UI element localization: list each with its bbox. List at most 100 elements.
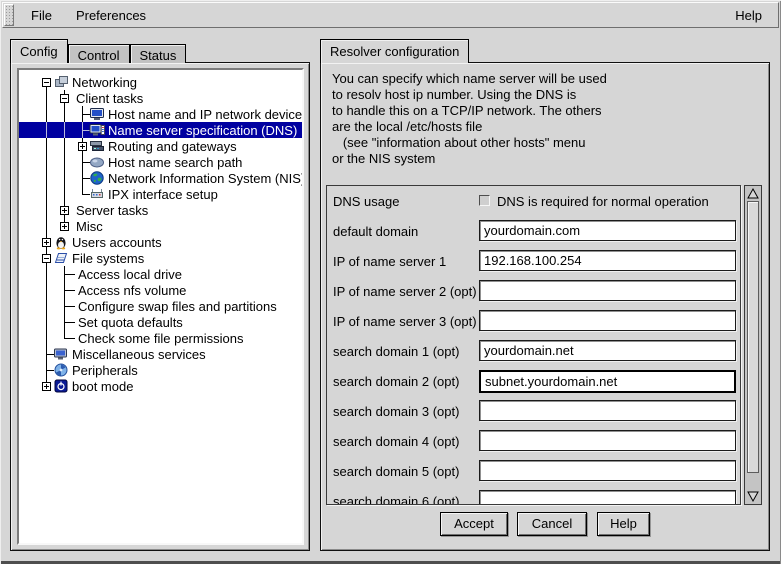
menu-grip-handle[interactable] [4, 4, 14, 26]
tree-item-networking[interactable]: Networking [19, 74, 302, 90]
search-domain-6-opt-label: search domain 6 (opt) [333, 494, 459, 505]
tree-item-miscellaneous-services[interactable]: Miscellaneous services [19, 346, 302, 362]
tree-item-set-quota-defaults[interactable]: Set quota defaults [19, 314, 302, 330]
tree-item-label: Client tasks [76, 91, 143, 106]
resolver-description-line: are the local /etc/hosts file [332, 119, 607, 135]
search-domain-5-opt-label: search domain 5 (opt) [333, 464, 459, 479]
networking-icon [53, 74, 69, 90]
tree-item-server-tasks[interactable]: Server tasks [19, 202, 302, 218]
menu-item-help[interactable]: Help [729, 6, 768, 25]
search-domain-3-opt-input[interactable] [479, 400, 736, 421]
expander-plus-icon[interactable] [60, 206, 69, 215]
tree-item-label: Routing and gateways [108, 139, 237, 154]
search-domain-6-opt-input[interactable] [479, 490, 736, 505]
form-row-search-domain-3-opt: search domain 3 (opt) [327, 400, 740, 424]
tab-control[interactable]: Control [68, 44, 130, 63]
default-domain-label: default domain [333, 224, 418, 239]
ip-of-name-server-1-input[interactable] [479, 250, 736, 271]
dns-required-checkbox[interactable] [479, 195, 490, 206]
resolver-description-line: You can specify which name server will b… [332, 71, 607, 87]
tree-item-peripherals[interactable]: Peripherals [19, 362, 302, 378]
tab-resolver-configuration[interactable]: Resolver configuration [320, 39, 469, 63]
ip-of-name-server-2-opt-input[interactable] [479, 280, 736, 301]
tree-item-ipx-interface-setup[interactable]: IPX interface setup [19, 186, 302, 202]
search-domain-2-opt-input[interactable] [479, 370, 736, 393]
ip-of-name-server-3-opt-label: IP of name server 3 (opt) [333, 314, 477, 329]
tree-item-label: Host name search path [108, 155, 242, 170]
tree-item-users-accounts[interactable]: Users accounts [19, 234, 302, 250]
globe-icon [89, 170, 105, 186]
filesystems-icon [53, 250, 69, 266]
expander-minus-icon[interactable] [42, 78, 51, 87]
search-domain-2-opt-label: search domain 2 (opt) [333, 374, 459, 389]
search-domain-3-opt-label: search domain 3 (opt) [333, 404, 459, 419]
peripherals-icon [53, 362, 69, 378]
tree-item-label: Check some file permissions [78, 331, 243, 346]
scrollbar-down-icon[interactable] [746, 490, 760, 503]
search-path-icon [89, 154, 105, 170]
form-row-dns-usage: DNS usageDNS is required for normal oper… [327, 190, 740, 214]
tree-view[interactable]: NetworkingClient tasksHost name and IP n… [17, 68, 304, 545]
tree-item-name-server-specification-dns[interactable]: Name server specification (DNS) [19, 122, 302, 138]
expander-minus-icon[interactable] [60, 94, 69, 103]
tree-item-label: Name server specification (DNS) [108, 123, 297, 138]
tree-item-label: Peripherals [72, 363, 138, 378]
tab-config[interactable]: Config [10, 39, 68, 63]
tree-item-label: Users accounts [72, 235, 162, 250]
expander-plus-icon[interactable] [42, 238, 51, 247]
tree-item-configure-swap-files-and-partitions[interactable]: Configure swap files and partitions [19, 298, 302, 314]
tree-item-access-local-drive[interactable]: Access local drive [19, 266, 302, 282]
dns-required-checkbox-label: DNS is required for normal operation [497, 194, 709, 209]
resolver-description-line: to resolv host ip number. Using the DNS … [332, 87, 607, 103]
tree-item-host-name-and-ip-network-devices[interactable]: Host name and IP network devices [19, 106, 302, 122]
tree-item-label: Set quota defaults [78, 315, 183, 330]
search-domain-4-opt-input[interactable] [479, 430, 736, 451]
accept-button[interactable]: Accept [440, 512, 508, 536]
tree-items: NetworkingClient tasksHost name and IP n… [19, 70, 302, 394]
tree-item-label: Networking [72, 75, 137, 90]
ip-of-name-server-3-opt-input[interactable] [479, 310, 736, 331]
tree-item-network-information-system-nis[interactable]: Network Information System (NIS) [19, 170, 302, 186]
form-row-ip-of-name-server-1: IP of name server 1 [327, 250, 740, 274]
tree-item-misc[interactable]: Misc [19, 218, 302, 234]
tree-item-file-systems[interactable]: File systems [19, 250, 302, 266]
default-domain-input[interactable] [479, 220, 736, 241]
scrollbar-thumb[interactable] [747, 201, 759, 473]
tree-item-host-name-search-path[interactable]: Host name search path [19, 154, 302, 170]
tree-item-label: Access nfs volume [78, 283, 186, 298]
tree-item-label: Miscellaneous services [72, 347, 206, 362]
search-domain-1-opt-label: search domain 1 (opt) [333, 344, 459, 359]
search-domain-5-opt-input[interactable] [479, 460, 736, 481]
form-scrollbar[interactable] [744, 185, 762, 505]
scrollbar-up-icon[interactable] [746, 187, 760, 200]
left-tab-bar: ConfigControlStatus [10, 40, 186, 63]
tree-item-label: Server tasks [76, 203, 148, 218]
ip-of-name-server-2-opt-label: IP of name server 2 (opt) [333, 284, 477, 299]
tree-item-client-tasks[interactable]: Client tasks [19, 90, 302, 106]
search-domain-4-opt-label: search domain 4 (opt) [333, 434, 459, 449]
help-button[interactable]: Help [597, 512, 650, 536]
expander-plus-icon[interactable] [78, 142, 87, 151]
expander-plus-icon[interactable] [42, 382, 51, 391]
resolver-description-line: to handle this on a TCP/IP network. The … [332, 103, 607, 119]
tree-item-label: File systems [72, 251, 144, 266]
tree-item-label: Misc [76, 219, 103, 234]
expander-minus-icon[interactable] [42, 254, 51, 263]
menu-items: File Preferences [15, 5, 154, 26]
tree-item-check-some-file-permissions[interactable]: Check some file permissions [19, 330, 302, 346]
ipx-icon [89, 186, 105, 202]
penguin-icon [53, 234, 69, 250]
tree-item-label: Configure swap files and partitions [78, 299, 277, 314]
cancel-button[interactable]: Cancel [517, 512, 587, 536]
expander-plus-icon[interactable] [60, 222, 69, 231]
form-row-ip-of-name-server-2-opt: IP of name server 2 (opt) [327, 280, 740, 304]
resolver-form: DNS usageDNS is required for normal oper… [326, 185, 741, 505]
tree-item-routing-and-gateways[interactable]: Routing and gateways [19, 138, 302, 154]
tab-status[interactable]: Status [130, 44, 187, 63]
tree-item-access-nfs-volume[interactable]: Access nfs volume [19, 282, 302, 298]
menu-item-preferences[interactable]: Preferences [68, 5, 154, 26]
menu-item-file[interactable]: File [23, 5, 60, 26]
search-domain-1-opt-input[interactable] [479, 340, 736, 361]
resolver-description-line: or the NIS system [332, 151, 607, 167]
tree-item-boot-mode[interactable]: boot mode [19, 378, 302, 394]
